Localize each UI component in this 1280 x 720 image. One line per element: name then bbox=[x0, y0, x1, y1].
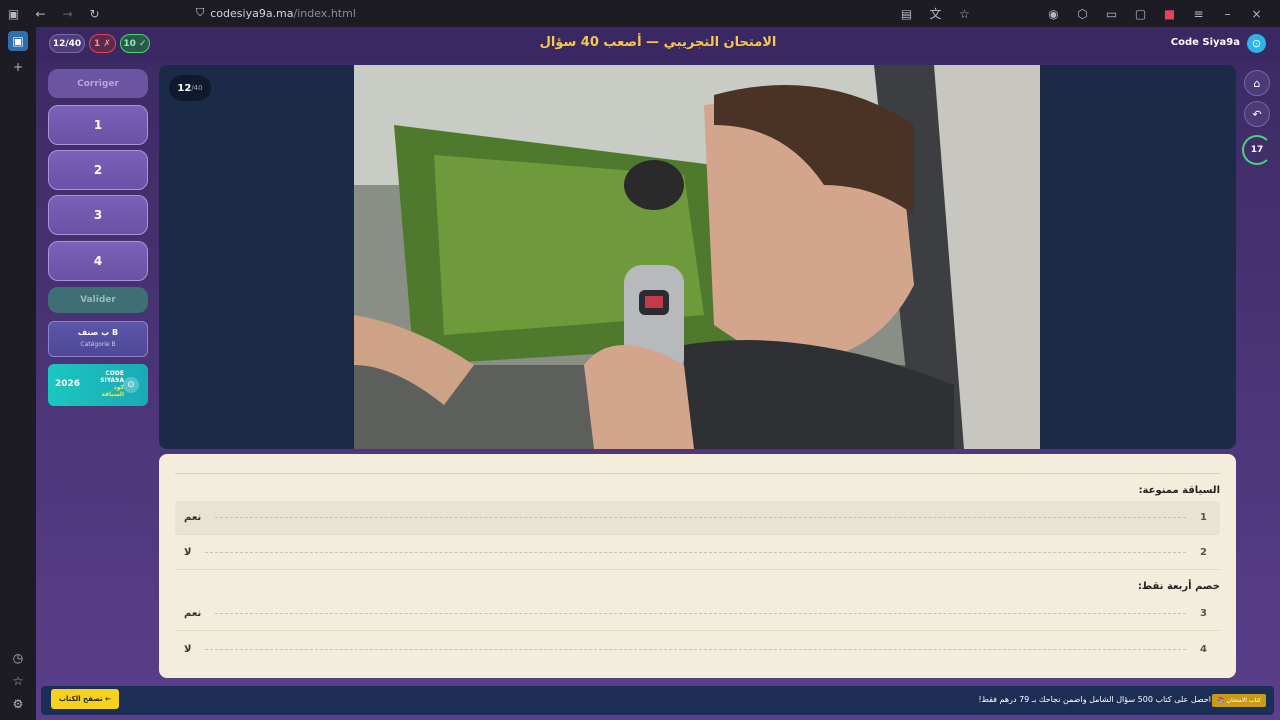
category-badge: ب صنف B Catégorie B bbox=[48, 321, 148, 357]
badge-icon[interactable]: ■ bbox=[1156, 0, 1183, 27]
promo-line-4: السياقة bbox=[101, 391, 124, 398]
reload-icon[interactable]: ↻ bbox=[81, 0, 108, 27]
bookmark-icon[interactable]: ☆ bbox=[951, 0, 978, 27]
browser-sidebar: ▣ + ◷ ☆ ⚙ bbox=[0, 27, 36, 720]
shield-icon: ⛉ bbox=[196, 6, 205, 19]
option-row-3[interactable]: نعم 3 bbox=[175, 597, 1220, 631]
promo-logo-icon: ⊙ bbox=[123, 377, 139, 393]
option-row-4[interactable]: لا 4 bbox=[175, 632, 1220, 666]
brand-name: Code Siya9a bbox=[1170, 37, 1240, 48]
option-leader bbox=[205, 648, 1187, 650]
footer-promo-text: احصل على كتاب 500 سؤال الشامل واضمن نجاح… bbox=[978, 695, 1211, 704]
answer-button-3[interactable]: 3 bbox=[48, 195, 148, 235]
exam-header: 12/40 1 ✗ 10 ✓ الامتحان التجريبي — أصعب … bbox=[36, 27, 1280, 60]
tab-icon[interactable]: ▭ bbox=[1098, 0, 1125, 27]
add-icon[interactable]: + bbox=[8, 57, 28, 77]
question-1-text: السياقة ممنوعة: bbox=[1138, 485, 1220, 496]
option-leader bbox=[215, 517, 1187, 518]
brand-logo-icon: ⊙ bbox=[1247, 34, 1266, 53]
reader-icon[interactable]: ▤ bbox=[893, 0, 920, 27]
close-icon[interactable]: × bbox=[1243, 0, 1270, 27]
url-host: codesiya9a.ma bbox=[210, 6, 294, 20]
question-panel: السياقة ممنوعة: نعم 1 لا 2 خصم أربعة نقط… bbox=[159, 454, 1236, 678]
answer-button-2[interactable]: 2 bbox=[48, 150, 148, 190]
sidebar-toggle-icon[interactable]: ▣ bbox=[0, 0, 27, 27]
screenshot-icon[interactable]: ▢ bbox=[1127, 0, 1154, 27]
promo-line-3: كود bbox=[113, 384, 124, 391]
address-bar[interactable]: ⛉ codesiya9a.ma/index.html bbox=[196, 6, 356, 20]
question-counter: 12/40 bbox=[169, 75, 211, 101]
valider-button[interactable]: Valider bbox=[48, 287, 148, 313]
translate-icon[interactable]: 文 bbox=[922, 0, 949, 27]
page-title: الامتحان التجريبي — أصعب 40 سؤال bbox=[539, 35, 777, 50]
browser-toolbar: ▣ ← → ↻ ⛉ codesiya9a.ma/index.html ▤ 文 ☆… bbox=[0, 0, 1280, 27]
exam-book-tag[interactable]: 📚 كتاب الامتحان bbox=[1212, 694, 1266, 707]
promo-year: 2026 bbox=[55, 379, 81, 389]
option-answer: نعم bbox=[184, 512, 202, 523]
extensions-icon[interactable]: ⬡ bbox=[1069, 0, 1096, 27]
question-photo bbox=[354, 65, 1040, 449]
undo-icon[interactable]: ↶ bbox=[1244, 101, 1270, 127]
menu-icon[interactable]: ≡ bbox=[1185, 0, 1212, 27]
home-icon[interactable]: ⌂ bbox=[1244, 70, 1270, 96]
back-icon[interactable]: ← bbox=[27, 0, 54, 27]
option-number: 2 bbox=[1200, 547, 1207, 558]
favorites-icon[interactable]: ☆ bbox=[8, 671, 28, 691]
forward-icon[interactable]: → bbox=[54, 0, 81, 27]
question-image-panel: 12/40 bbox=[159, 65, 1236, 449]
divider bbox=[175, 473, 1220, 474]
option-number: 4 bbox=[1200, 643, 1207, 655]
option-row-2[interactable]: لا 2 bbox=[175, 536, 1220, 570]
countdown-timer: 17 bbox=[1242, 135, 1272, 165]
counter-total: /40 bbox=[191, 84, 203, 92]
url-path: /index.html bbox=[293, 6, 356, 20]
promo-footer: تصفح الكتاب ← احصل على كتاب 500 سؤال الش… bbox=[41, 686, 1274, 715]
minimize-icon[interactable]: – bbox=[1214, 0, 1241, 27]
promo-logo-text: CODE SIYA9A كود السياقة bbox=[88, 370, 124, 398]
category-label-ar: ب صنف B bbox=[77, 328, 119, 337]
option-leader bbox=[215, 613, 1187, 614]
question-2-text: خصم أربعة نقط: bbox=[1137, 581, 1220, 592]
panel-icon[interactable]: ▣ bbox=[8, 31, 28, 51]
answer-button-4[interactable]: 4 bbox=[48, 241, 148, 281]
settings-icon[interactable]: ⚙ bbox=[8, 694, 28, 714]
option-number: 1 bbox=[1200, 512, 1207, 523]
option-number: 3 bbox=[1200, 608, 1207, 619]
account-icon[interactable]: ◉ bbox=[1040, 0, 1067, 27]
browse-book-button[interactable]: تصفح الكتاب ← bbox=[51, 689, 119, 709]
promo-card[interactable]: 2026 CODE SIYA9A كود السياقة ⊙ bbox=[48, 364, 148, 406]
counter-current: 12 bbox=[177, 82, 192, 94]
option-row-1[interactable]: نعم 1 bbox=[175, 501, 1220, 535]
option-answer: نعم bbox=[184, 608, 202, 619]
history-icon[interactable]: ◷ bbox=[8, 648, 28, 668]
option-answer: لا bbox=[184, 643, 192, 655]
answer-button-1[interactable]: 1 bbox=[48, 105, 148, 145]
option-leader bbox=[205, 552, 1187, 553]
promo-line-2: SIYA9A bbox=[100, 377, 124, 384]
corriger-button[interactable]: Corriger bbox=[48, 69, 148, 98]
option-answer: لا bbox=[184, 547, 192, 558]
promo-line-1: CODE bbox=[105, 370, 124, 377]
category-label-fr: Catégorie B bbox=[80, 341, 116, 348]
exam-app: 12/40 1 ✗ 10 ✓ الامتحان التجريبي — أصعب … bbox=[36, 27, 1280, 720]
